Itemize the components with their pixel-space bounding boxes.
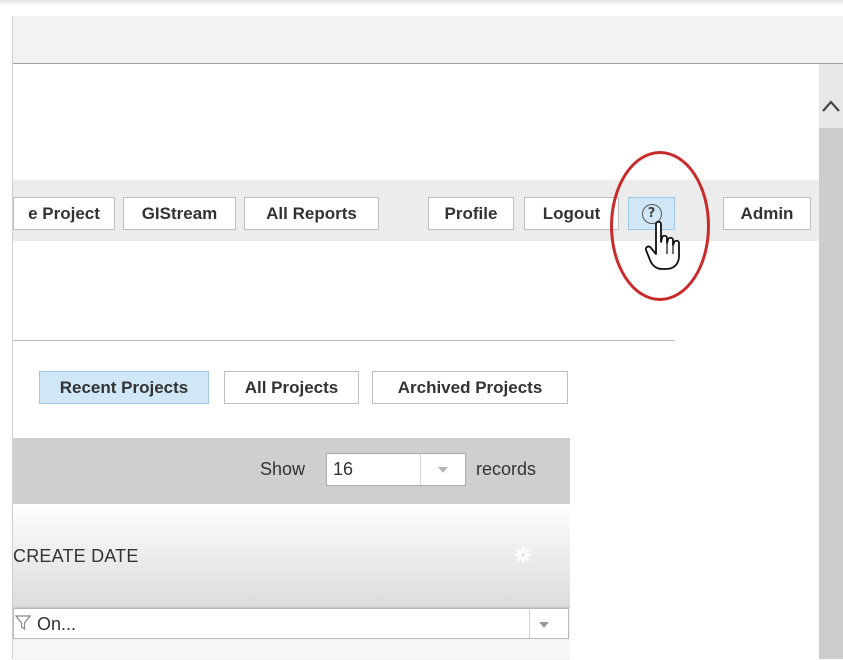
gear-icon[interactable] — [514, 546, 532, 565]
chevron-down-icon[interactable] — [538, 614, 550, 636]
gistream-button[interactable]: GIStream — [123, 197, 236, 230]
records-per-page-value[interactable]: 16 — [327, 454, 421, 485]
address-bar[interactable] — [12, 16, 843, 64]
create-date-filter[interactable] — [13, 608, 569, 639]
show-label: Show — [260, 459, 306, 479]
grid-body — [13, 640, 570, 659]
filter-value[interactable]: On... — [37, 612, 76, 636]
tab-all-projects[interactable]: All Projects — [224, 371, 359, 404]
hand-pointer-icon — [644, 220, 680, 270]
create-project-button[interactable]: e Project — [13, 197, 115, 230]
tab-archived-projects[interactable]: Archived Projects — [372, 371, 568, 404]
chevron-down-icon[interactable] — [421, 454, 465, 485]
scrollbar-thumb[interactable] — [819, 128, 843, 659]
logout-button[interactable]: Logout — [524, 197, 619, 230]
filter-divider — [529, 610, 530, 638]
admin-button[interactable]: Admin — [723, 197, 811, 230]
filter-icon[interactable] — [15, 614, 31, 632]
records-per-page-select[interactable]: 16 — [326, 453, 466, 486]
chevron-up-icon[interactable] — [819, 92, 843, 120]
shadow-edge-top — [0, 0, 843, 6]
column-header-create-date[interactable]: CREATE DATE — [13, 546, 139, 567]
records-label: records — [476, 459, 537, 479]
tab-recent-projects[interactable]: Recent Projects — [39, 371, 209, 404]
all-reports-button[interactable]: All Reports — [244, 197, 379, 230]
section-divider — [13, 340, 675, 341]
profile-button[interactable]: Profile — [428, 197, 514, 230]
